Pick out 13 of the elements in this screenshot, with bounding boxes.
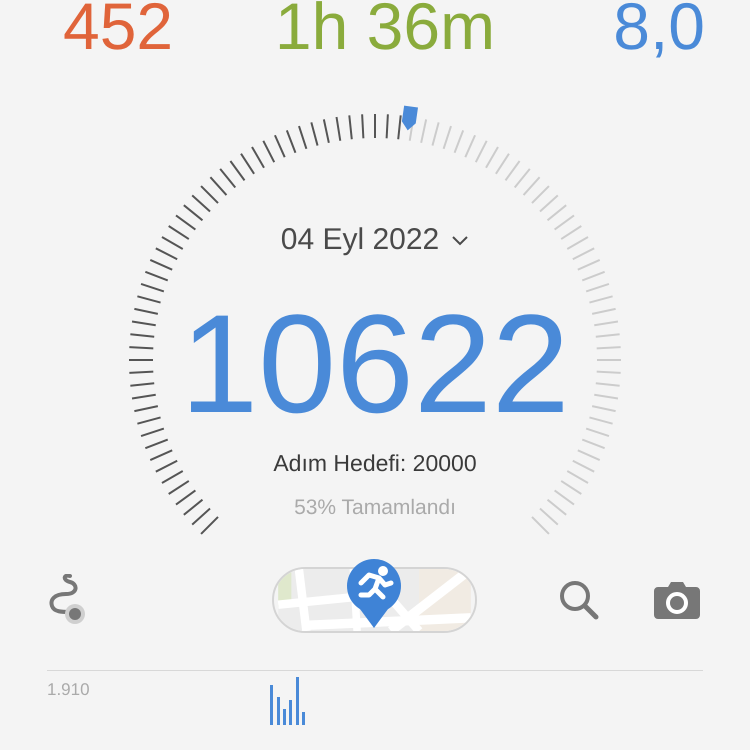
step-goal: Adım Hedefi: 20000 <box>273 452 477 475</box>
axis-label: 1.910 <box>47 679 90 701</box>
stat-value: 8,0 <box>612 0 706 60</box>
completion-text: 53% Tamamlandı <box>294 497 456 518</box>
stat-value: 452 <box>62 0 174 60</box>
bar-chart-drawing <box>270 677 306 725</box>
search-icon[interactable] <box>558 579 600 621</box>
date-picker[interactable]: 04 Eyl 2022 <box>280 225 470 255</box>
runner-pin-icon[interactable] <box>345 557 403 629</box>
chevron-down-icon <box>451 234 470 246</box>
step-count: 10622 <box>180 294 570 434</box>
stat-value: 1h 36m <box>274 0 496 60</box>
camera-icon[interactable] <box>654 581 700 619</box>
